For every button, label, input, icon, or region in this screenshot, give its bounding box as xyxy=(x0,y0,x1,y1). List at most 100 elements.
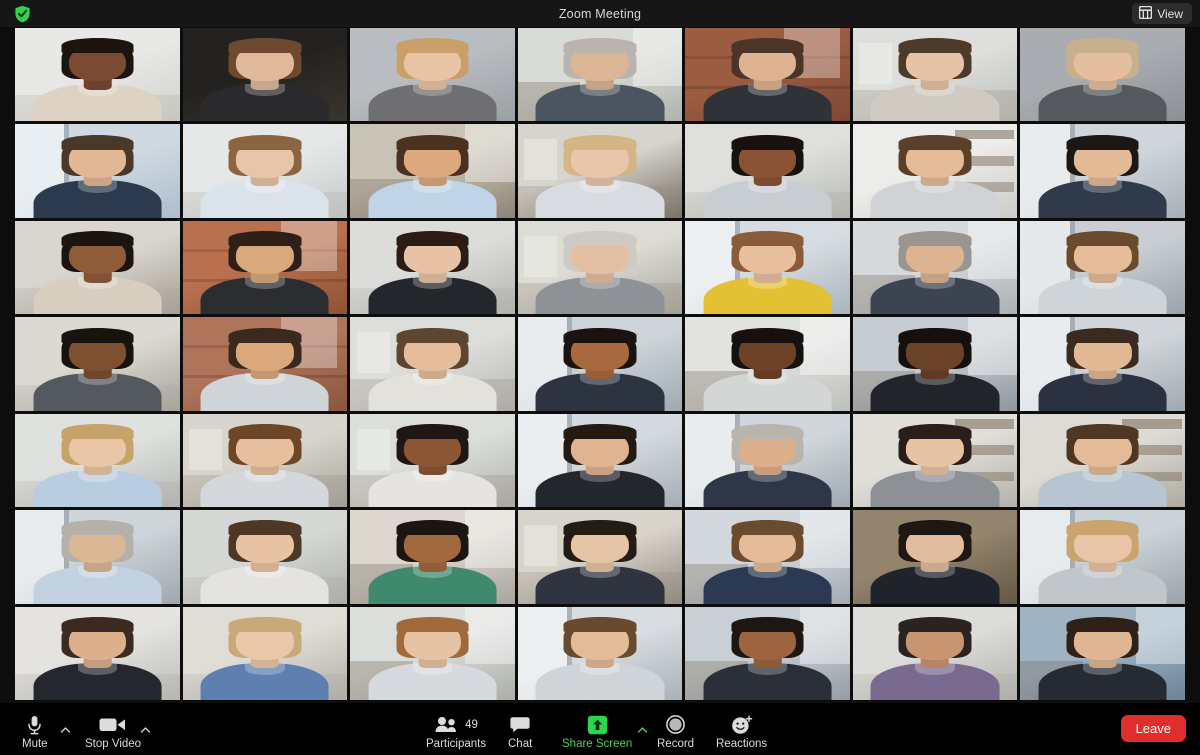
participant-tile[interactable] xyxy=(517,413,683,508)
participant-video xyxy=(350,414,515,508)
share-options-chevron-icon[interactable] xyxy=(637,723,648,733)
participant-tile[interactable] xyxy=(852,317,1018,411)
participant-tile[interactable] xyxy=(517,606,683,700)
participant-tile[interactable] xyxy=(685,510,850,604)
participants-button[interactable]: 49 Participants xyxy=(426,714,486,750)
participant-video xyxy=(1020,414,1185,508)
participant-video xyxy=(853,124,1018,218)
participant-tile[interactable] xyxy=(15,413,180,508)
participant-video xyxy=(518,414,683,508)
meeting-toolbar: Mute Stop Video 49 Participants Chat Sha… xyxy=(0,703,1200,755)
share-screen-label: Share Screen xyxy=(562,738,633,750)
participant-tile[interactable] xyxy=(685,413,850,508)
participant-video xyxy=(685,317,850,411)
participant-video xyxy=(15,124,180,218)
participant-video xyxy=(518,510,683,604)
participant-tile[interactable] xyxy=(517,510,683,604)
participant-video xyxy=(183,607,348,700)
participant-tile[interactable] xyxy=(1020,510,1185,604)
view-button[interactable]: View xyxy=(1132,3,1192,24)
camera-icon xyxy=(99,714,127,735)
participant-tile[interactable] xyxy=(517,124,683,218)
participant-video xyxy=(350,124,515,218)
participant-tile[interactable] xyxy=(182,124,348,218)
audio-options-chevron-icon[interactable] xyxy=(60,723,71,733)
participant-tile[interactable] xyxy=(852,413,1018,508)
participant-video xyxy=(183,221,348,315)
participant-tile[interactable] xyxy=(182,317,348,411)
participant-video xyxy=(853,510,1018,604)
participant-tile[interactable] xyxy=(182,413,348,508)
participant-video xyxy=(1020,221,1185,315)
participant-video xyxy=(350,510,515,604)
leave-button[interactable]: Leave xyxy=(1120,715,1186,742)
participant-video xyxy=(685,221,850,315)
share-screen-button[interactable]: Share Screen xyxy=(562,714,632,750)
participant-tile[interactable] xyxy=(685,317,850,411)
chat-button[interactable]: Chat xyxy=(508,714,532,750)
participant-tile[interactable] xyxy=(182,220,348,315)
record-button[interactable]: Record xyxy=(657,714,694,750)
participant-tile[interactable] xyxy=(350,220,515,315)
zoom-meeting-window: Zoom Meeting View Mute Stop Video 49 Par… xyxy=(0,0,1200,755)
participant-tile[interactable] xyxy=(1020,220,1185,315)
participant-tile[interactable] xyxy=(182,510,348,604)
participant-tile[interactable] xyxy=(15,220,180,315)
participant-video xyxy=(183,124,348,218)
participant-tile[interactable] xyxy=(685,220,850,315)
participant-tile[interactable] xyxy=(15,28,180,122)
participant-tile[interactable] xyxy=(852,606,1018,700)
participant-video xyxy=(853,607,1018,700)
participant-tile[interactable] xyxy=(350,510,515,604)
participant-video-grid xyxy=(15,28,1185,700)
stop-video-button[interactable]: Stop Video xyxy=(85,714,141,750)
participants-icon: 49 xyxy=(434,714,478,735)
participant-tile[interactable] xyxy=(685,124,850,218)
participant-tile[interactable] xyxy=(350,413,515,508)
participant-video xyxy=(183,317,348,411)
view-button-label: View xyxy=(1157,6,1183,21)
reactions-label: Reactions xyxy=(716,738,768,750)
participant-tile[interactable] xyxy=(852,220,1018,315)
stop-video-label: Stop Video xyxy=(85,738,142,750)
participant-tile[interactable] xyxy=(685,606,850,700)
participant-tile[interactable] xyxy=(350,124,515,218)
participant-tile[interactable] xyxy=(852,28,1018,122)
participant-video xyxy=(685,510,850,604)
chat-label: Chat xyxy=(508,738,533,750)
participant-video xyxy=(350,28,515,122)
mute-button[interactable]: Mute xyxy=(22,714,48,750)
participant-tile[interactable] xyxy=(1020,317,1185,411)
participant-video xyxy=(1020,510,1185,604)
participant-tile[interactable] xyxy=(517,220,683,315)
microphone-icon xyxy=(27,714,42,735)
participant-tile[interactable] xyxy=(15,606,180,700)
participant-video xyxy=(685,607,850,700)
reactions-button[interactable]: Reactions xyxy=(716,714,767,750)
participant-tile[interactable] xyxy=(182,28,348,122)
participant-tile[interactable] xyxy=(517,317,683,411)
participant-tile[interactable] xyxy=(1020,28,1185,122)
participant-video xyxy=(1020,607,1185,700)
video-options-chevron-icon[interactable] xyxy=(140,723,151,733)
participant-video xyxy=(853,221,1018,315)
participant-video xyxy=(1020,317,1185,411)
share-screen-arrow-icon xyxy=(587,714,608,735)
participant-tile[interactable] xyxy=(350,317,515,411)
participant-tile[interactable] xyxy=(350,606,515,700)
participant-tile[interactable] xyxy=(15,510,180,604)
smiley-plus-icon xyxy=(731,714,753,735)
participant-tile[interactable] xyxy=(1020,606,1185,700)
participant-tile[interactable] xyxy=(15,317,180,411)
participant-tile[interactable] xyxy=(182,606,348,700)
participant-tile[interactable] xyxy=(517,28,683,122)
participant-tile[interactable] xyxy=(1020,413,1185,508)
participant-tile[interactable] xyxy=(1020,124,1185,218)
participant-video xyxy=(350,221,515,315)
participant-tile[interactable] xyxy=(350,28,515,122)
participant-tile[interactable] xyxy=(15,124,180,218)
participant-tile[interactable] xyxy=(852,510,1018,604)
participant-tile[interactable] xyxy=(852,124,1018,218)
participant-video xyxy=(15,221,180,315)
participant-tile[interactable] xyxy=(685,28,850,122)
